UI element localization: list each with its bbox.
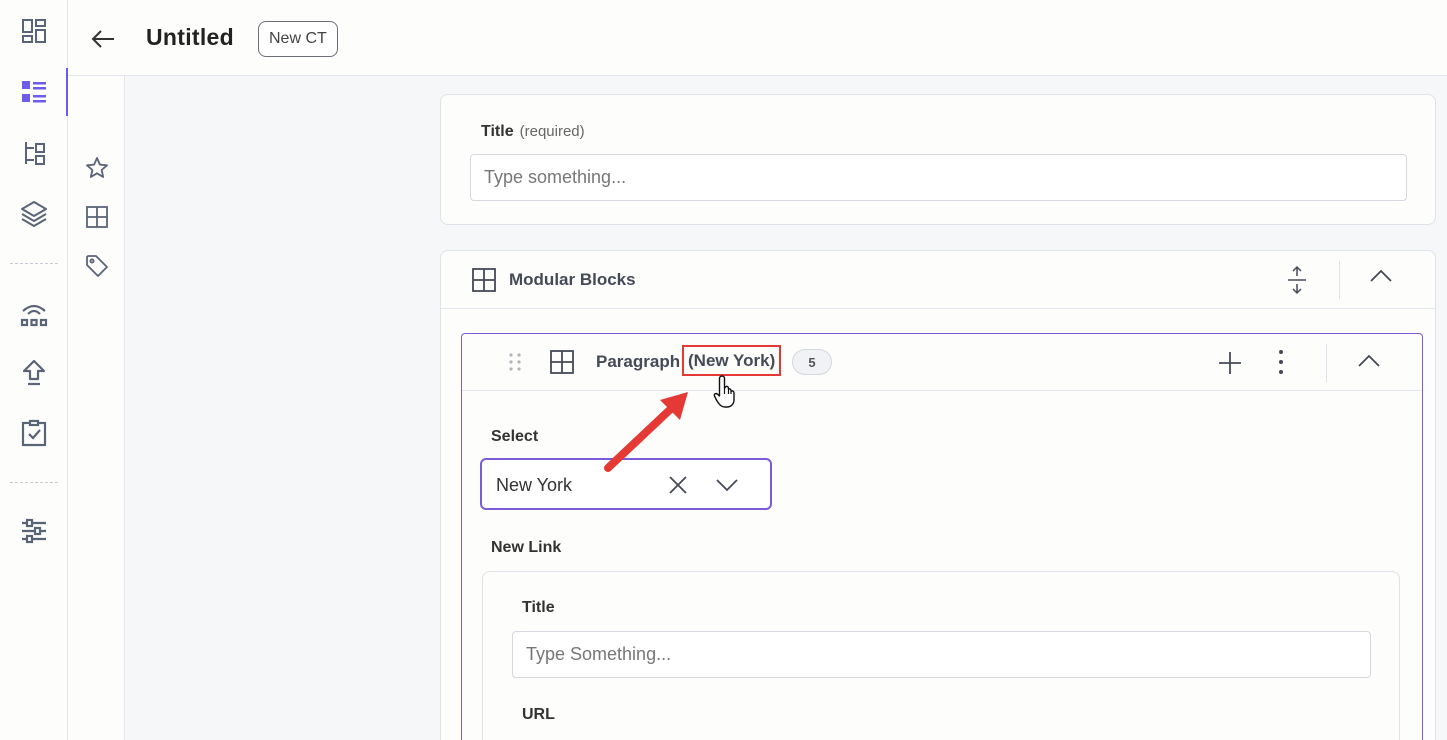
title-field-label: Title (required)	[481, 123, 585, 140]
more-options-icon[interactable]	[1277, 349, 1285, 375]
content-type-badge: New CT	[258, 21, 338, 57]
chevron-down-icon[interactable]	[716, 479, 738, 492]
header-divider	[1339, 261, 1340, 299]
select-value: New York	[496, 475, 573, 495]
entry-header: Untitled New CT	[68, 0, 1447, 76]
link-title-label: Title	[522, 599, 555, 616]
block-header: Paragraph (New York) 5	[462, 334, 1422, 391]
secondary-rail	[68, 76, 125, 740]
block-grid-icon	[550, 350, 574, 374]
add-icon[interactable]	[1218, 351, 1242, 375]
collapse-all-icon[interactable]	[1284, 265, 1310, 295]
paragraph-block: Paragraph (New York) 5 Select New York N…	[461, 333, 1423, 740]
dashboard-icon[interactable]	[17, 14, 51, 48]
clear-icon[interactable]	[668, 475, 688, 495]
assets-icon[interactable]	[17, 196, 51, 230]
link-url-label: URL	[522, 706, 555, 723]
new-link-label: New Link	[491, 539, 562, 556]
releases-icon[interactable]	[17, 296, 51, 330]
link-title-input[interactable]	[512, 631, 1371, 678]
entry-editor: Title(required) Modular Blocks	[125, 76, 1447, 740]
select-field-label: Select	[491, 428, 539, 445]
select-dropdown[interactable]: New York	[480, 458, 772, 510]
modular-blocks-icon	[472, 268, 496, 292]
drag-handle-icon[interactable]	[508, 352, 522, 372]
tasks-icon[interactable]	[17, 416, 51, 450]
settings-icon[interactable]	[17, 514, 51, 548]
deploy-icon[interactable]	[17, 356, 51, 390]
modular-blocks-header: Modular Blocks	[441, 251, 1435, 309]
tag-icon[interactable]	[83, 252, 111, 280]
page-title: Untitled	[146, 24, 234, 50]
title-input[interactable]	[470, 154, 1407, 201]
block-title: Paragraph	[596, 352, 681, 371]
chevron-up-icon[interactable]	[1370, 269, 1392, 283]
title-field-card: Title (required)	[440, 94, 1436, 225]
back-arrow-icon[interactable]	[88, 24, 118, 54]
link-group-card: Title URL	[482, 571, 1400, 740]
block-count-badge: 5	[792, 349, 832, 375]
hand-cursor-icon	[713, 375, 735, 408]
modular-blocks-title: Modular Blocks	[509, 270, 636, 289]
star-icon[interactable]	[83, 154, 111, 182]
rail-divider	[10, 263, 58, 264]
block-title-highlight: (New York)	[682, 345, 782, 376]
modular-blocks-card: Modular Blocks Paragraph (New York) 5 Se…	[440, 250, 1436, 740]
entries-icon[interactable]	[17, 75, 51, 109]
block-header-divider	[1326, 344, 1327, 382]
block-chevron-up-icon[interactable]	[1358, 354, 1380, 368]
content-models-icon[interactable]	[17, 136, 51, 170]
rail-divider	[10, 482, 58, 483]
left-nav-rail	[0, 0, 68, 740]
grid-icon[interactable]	[83, 203, 111, 231]
